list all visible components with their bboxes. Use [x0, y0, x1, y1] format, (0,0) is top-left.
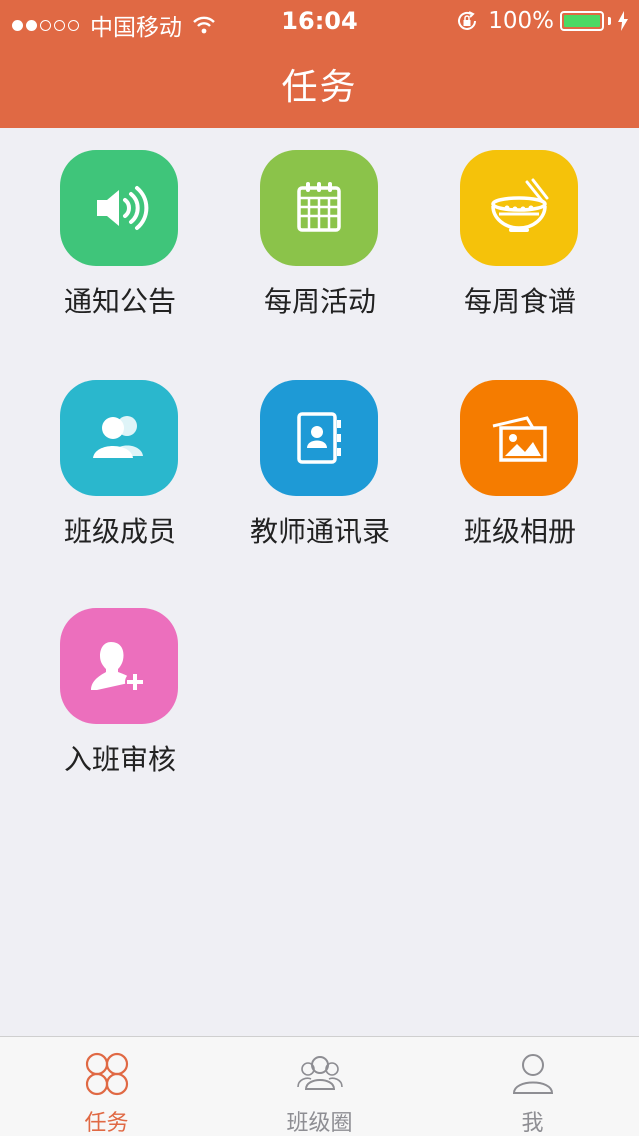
page-title: 任务 — [281, 67, 358, 108]
battery-tip — [608, 17, 611, 25]
charging-bolt-icon — [618, 11, 628, 31]
tile-join-review[interactable]: 入班审核 — [20, 586, 220, 786]
screen: 中国移动 16:04 100% 任务 通知公告 每周活动 每周食谱 班级成员 教… — [0, 0, 639, 1136]
tile-icon-bg — [260, 150, 378, 266]
tile-label: 教师通讯录 — [249, 515, 390, 548]
tab-label: 班级圈 — [286, 1111, 353, 1136]
photo-album-icon — [492, 416, 547, 462]
battery-icon — [560, 11, 604, 31]
tile-weekly-activity[interactable]: 每周活动 — [220, 128, 420, 328]
food-bowl-icon — [491, 178, 549, 232]
tile-notice[interactable]: 通知公告 — [20, 128, 220, 328]
tile-icon-bg — [460, 150, 578, 266]
contact-book-icon — [297, 412, 341, 464]
tab-label: 我 — [521, 1111, 544, 1136]
tab-bar: 任务 班级圈 我 — [0, 1036, 639, 1136]
calendar-icon — [297, 182, 341, 232]
tab-me[interactable]: 我 — [426, 1037, 639, 1136]
top-bar: 中国移动 16:04 100% 任务 — [0, 0, 639, 128]
tile-icon-bg — [60, 608, 178, 724]
status-right: 100% — [456, 8, 629, 34]
tab-label: 任务 — [84, 1111, 129, 1136]
members-icon — [93, 416, 143, 458]
tile-label: 班级相册 — [463, 515, 576, 548]
tile-label: 入班审核 — [63, 743, 176, 776]
rotation-lock-icon — [458, 11, 477, 30]
tile-icon-bg — [60, 380, 178, 496]
tab-tasks[interactable]: 任务 — [0, 1037, 213, 1136]
tile-label: 班级成员 — [63, 515, 176, 548]
group-icon — [297, 1056, 343, 1090]
tile-weekly-menu[interactable]: 每周食谱 — [420, 128, 620, 328]
tab-class-circle[interactable]: 班级圈 — [213, 1037, 426, 1136]
battery-percent: 100% — [488, 8, 554, 34]
tile-label: 每周活动 — [263, 285, 376, 318]
person-icon — [512, 1054, 554, 1094]
speaker-icon — [97, 186, 149, 230]
status-bar: 中国移动 16:04 100% — [0, 0, 639, 42]
tile-class-members[interactable]: 班级成员 — [20, 358, 220, 558]
add-user-icon — [91, 642, 145, 692]
tile-class-album[interactable]: 班级相册 — [420, 358, 620, 558]
tile-teacher-contacts[interactable]: 教师通讯录 — [220, 358, 420, 558]
tile-icon-bg — [260, 380, 378, 496]
tile-label: 通知公告 — [63, 285, 176, 318]
tile-icon-bg — [60, 150, 178, 266]
clover-icon — [85, 1052, 129, 1096]
tile-label: 每周食谱 — [463, 285, 576, 318]
tile-icon-bg — [460, 380, 578, 496]
